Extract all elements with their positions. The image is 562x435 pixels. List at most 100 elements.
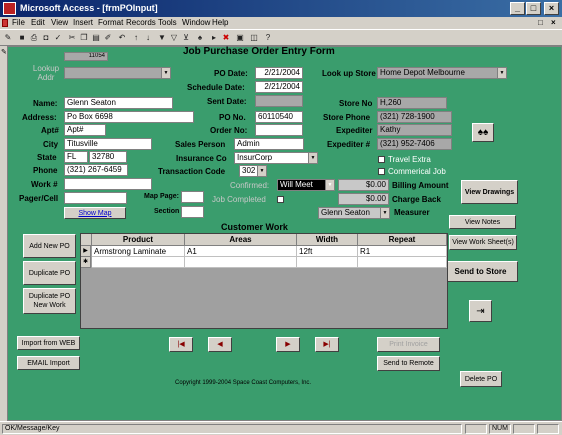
add-new-po-button[interactable]: Add New PO xyxy=(23,234,76,258)
format-painter-icon[interactable]: ✐ xyxy=(103,33,113,43)
next-record-button[interactable]: ▶ xyxy=(276,337,300,352)
menu-edit[interactable]: Edit xyxy=(31,18,45,27)
copy-icon[interactable]: ❐ xyxy=(79,33,89,43)
menu-insert[interactable]: Insert xyxy=(73,18,93,27)
sort-desc-icon[interactable]: ↓ xyxy=(143,33,153,43)
travel-extra-checkbox[interactable] xyxy=(378,156,385,163)
map-page-field[interactable] xyxy=(181,191,204,203)
apply-filter-icon[interactable]: ⊻ xyxy=(181,33,191,43)
table-cell[interactable] xyxy=(185,257,297,268)
section-field[interactable] xyxy=(181,206,204,218)
print-icon[interactable]: ⎙ xyxy=(29,33,39,43)
menu-window[interactable]: Window xyxy=(182,18,210,27)
menu-format[interactable]: Format xyxy=(98,18,123,27)
city-field[interactable]: Titusville xyxy=(64,138,152,150)
sort-asc-icon[interactable]: ↑ xyxy=(131,33,141,43)
table-cell[interactable]: A1 xyxy=(185,246,297,257)
order-no-field[interactable] xyxy=(255,124,303,136)
view-drawings-button[interactable]: View Drawings xyxy=(461,180,518,204)
confirmed-combo[interactable]: Will Meet ▼ xyxy=(277,179,335,191)
find-binoculars-button[interactable]: ♠♠ xyxy=(472,123,494,142)
record-selector-bar[interactable]: ✎ xyxy=(0,46,8,421)
schedule-date-field[interactable]: 2/21/2004 xyxy=(255,81,303,93)
table-cell[interactable]: 12ft xyxy=(297,246,358,257)
find-icon[interactable]: ♠ xyxy=(195,33,205,43)
view-notes-button[interactable]: View Notes xyxy=(449,215,516,229)
grid-header-repeat[interactable]: Repeat xyxy=(358,234,447,246)
print-invoice-button[interactable]: Print Invoice xyxy=(377,337,440,352)
measurer-combo[interactable]: Glenn Seaton ▼ xyxy=(318,207,390,219)
transaction-combo[interactable]: 302 ▼ xyxy=(239,165,267,177)
chevron-down-icon[interactable]: ▼ xyxy=(380,208,389,218)
chevron-down-icon[interactable]: ▼ xyxy=(257,166,266,176)
close-button[interactable]: × xyxy=(544,2,559,15)
work-field[interactable] xyxy=(64,178,152,190)
chevron-down-icon[interactable]: ▼ xyxy=(308,153,317,163)
import-web-button[interactable]: Import from WEB xyxy=(17,336,80,350)
new-object-icon[interactable]: ◫ xyxy=(249,33,259,43)
name-field[interactable]: Glenn Seaton xyxy=(64,97,173,109)
undo-icon[interactable]: ↶ xyxy=(117,33,127,43)
apt-field[interactable]: Apt# xyxy=(64,124,106,136)
table-cell[interactable] xyxy=(92,257,185,268)
table-cell[interactable] xyxy=(358,257,447,268)
save-icon[interactable]: ■ xyxy=(17,33,27,43)
paste-icon[interactable]: ▤ xyxy=(91,33,101,43)
spell-icon[interactable]: ✓ xyxy=(53,33,63,43)
email-import-button[interactable]: EMAIL Import xyxy=(17,356,80,370)
first-record-button[interactable]: |◀ xyxy=(169,337,193,352)
show-map-button[interactable]: Show Map xyxy=(64,207,126,219)
menu-view[interactable]: View xyxy=(51,18,68,27)
grid-header-width[interactable]: Width xyxy=(297,234,358,246)
zip-field[interactable]: 32780 xyxy=(89,151,127,163)
sales-person-field[interactable]: Admin xyxy=(234,138,304,150)
filter-form-icon[interactable]: ▽ xyxy=(169,33,179,43)
restore-icon[interactable]: □ xyxy=(538,18,543,27)
send-to-remote-button[interactable]: Send to Remote xyxy=(377,356,440,371)
doc-close-icon[interactable]: × xyxy=(551,18,556,27)
chevron-down-icon[interactable]: ▼ xyxy=(497,68,506,78)
send-to-store-button[interactable]: Send to Store xyxy=(443,261,518,282)
duplicate-po-new-work-button[interactable]: Duplicate PO New Work xyxy=(23,288,76,314)
document-icon[interactable] xyxy=(2,19,8,27)
table-cell[interactable]: Armstrong Laminate xyxy=(92,246,185,257)
row-selector-current[interactable]: ▶ xyxy=(81,246,91,257)
menu-tools[interactable]: Tools xyxy=(158,18,177,27)
pager-field[interactable] xyxy=(64,192,127,204)
menu-records[interactable]: Records xyxy=(126,18,156,27)
commercial-job-checkbox[interactable] xyxy=(378,168,385,175)
exit-button[interactable]: ⇥ xyxy=(469,300,492,322)
chevron-down-icon[interactable]: ▼ xyxy=(161,68,170,78)
grid-header-areas[interactable]: Areas xyxy=(185,234,297,246)
chevron-down-icon[interactable]: ▼ xyxy=(325,180,334,190)
help-icon[interactable]: ? xyxy=(263,33,273,43)
grid-header-product[interactable]: Product xyxy=(92,234,185,246)
preview-icon[interactable]: ◘ xyxy=(41,33,51,43)
lookup-store-combo[interactable]: Home Depot Melbourne ▼ xyxy=(377,67,507,79)
state-field[interactable]: FL xyxy=(64,151,88,163)
address-field[interactable]: Po Box 6698 xyxy=(64,111,194,123)
database-window-icon[interactable]: ▣ xyxy=(235,33,245,43)
po-no-field[interactable]: 60110540 xyxy=(255,111,303,123)
view-work-sheets-button[interactable]: View Work Sheet(s) xyxy=(449,235,517,250)
view-icon[interactable]: ✎ xyxy=(3,33,13,43)
table-cell[interactable]: R1 xyxy=(358,246,447,257)
duplicate-po-button[interactable]: Duplicate PO xyxy=(23,261,76,285)
maximize-button[interactable]: □ xyxy=(526,2,541,15)
delete-record-icon[interactable]: ✖ xyxy=(221,33,231,43)
cut-icon[interactable]: ✂ xyxy=(67,33,77,43)
phone-field[interactable]: (321) 267-6459 xyxy=(64,164,128,176)
row-selector-new[interactable]: ✱ xyxy=(81,257,91,268)
po-date-field[interactable]: 2/21/2004 xyxy=(255,67,303,79)
new-record-icon[interactable]: ▸ xyxy=(209,33,219,43)
filter-selection-icon[interactable]: ▼ xyxy=(157,33,167,43)
table-cell[interactable] xyxy=(297,257,358,268)
lookup-addr-combo[interactable]: ▼ xyxy=(64,67,171,79)
insurance-combo[interactable]: InsurCorp ▼ xyxy=(234,152,318,164)
prev-record-button[interactable]: ◀ xyxy=(208,337,232,352)
job-completed-checkbox[interactable] xyxy=(277,196,284,203)
menu-help[interactable]: Help xyxy=(212,18,228,27)
minimize-button[interactable]: _ xyxy=(510,2,525,15)
last-record-button[interactable]: ▶| xyxy=(315,337,339,352)
delete-po-button[interactable]: Delete PO xyxy=(460,371,502,387)
